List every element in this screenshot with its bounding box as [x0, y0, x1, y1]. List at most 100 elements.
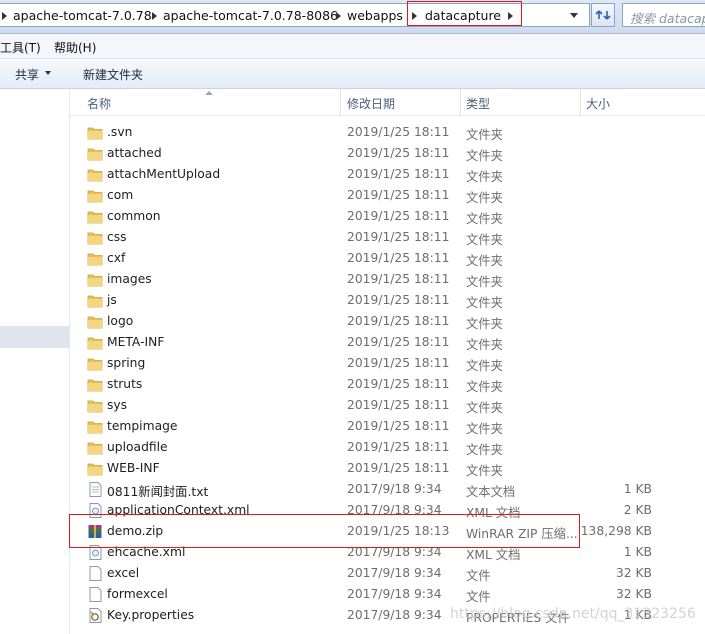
- file-name[interactable]: excel: [107, 566, 139, 580]
- file-modified-date: 2019/1/25 18:11: [347, 335, 450, 349]
- file-type: 文件夹: [466, 212, 503, 226]
- search-placeholder: 搜索 datacapture: [630, 11, 705, 26]
- file-row[interactable]: attached 2019/1/25 18:11 文件夹: [70, 143, 705, 164]
- file-row[interactable]: css 2019/1/25 18:11 文件夹: [70, 227, 705, 248]
- folder-icon: [87, 440, 103, 455]
- file-row[interactable]: common 2019/1/25 18:11 文件夹: [70, 206, 705, 227]
- datacapture-highlight-box: [407, 1, 522, 26]
- file-modified-date: 2019/1/25 18:11: [347, 125, 450, 139]
- file-name[interactable]: css: [107, 230, 127, 244]
- demo-zip-highlight-box: [69, 514, 580, 548]
- file-type: 文件夹: [466, 296, 503, 310]
- file-type: 文件夹: [466, 359, 503, 373]
- breadcrumb-separator-icon[interactable]: [2, 12, 7, 20]
- file-row[interactable]: spring 2019/1/25 18:11 文件夹: [70, 353, 705, 374]
- column-name[interactable]: 名称: [87, 95, 111, 112]
- properties-file-icon: [87, 608, 103, 623]
- search-input[interactable]: 搜索 datacapture: [622, 3, 705, 27]
- file-name[interactable]: uploadfile: [107, 440, 168, 454]
- file-size: 138,298 KB: [580, 524, 652, 538]
- file-name[interactable]: WEB-INF: [107, 461, 160, 475]
- breadcrumb-separator-icon[interactable]: [336, 12, 341, 20]
- breadcrumb-tomcat[interactable]: apache-tomcat-7.0.78: [13, 7, 152, 24]
- column-divider[interactable]: [460, 89, 461, 115]
- file-name[interactable]: .svn: [107, 125, 132, 139]
- file-type: 文件夹: [466, 464, 503, 478]
- file-name[interactable]: sys: [107, 398, 127, 412]
- file-row[interactable]: attachMentUpload 2019/1/25 18:11 文件夹: [70, 164, 705, 185]
- file-type: 文件夹: [466, 401, 503, 415]
- new-folder-button[interactable]: 新建文件夹: [83, 66, 143, 83]
- column-modified[interactable]: 修改日期: [347, 95, 395, 112]
- refresh-button[interactable]: [591, 3, 615, 27]
- folder-icon: [87, 167, 103, 182]
- file-row[interactable]: tempimage 2019/1/25 18:11 文件夹: [70, 416, 705, 437]
- file-name[interactable]: common: [107, 209, 161, 223]
- file-row[interactable]: logo 2019/1/25 18:11 文件夹: [70, 311, 705, 332]
- file-modified-date: 2019/1/25 18:11: [347, 314, 450, 328]
- file-row[interactable]: formexcel 2017/9/18 9:34 文件 32 KB: [70, 584, 705, 605]
- navigation-pane[interactable]: [0, 89, 70, 634]
- file-row[interactable]: cxf 2019/1/25 18:11 文件夹: [70, 248, 705, 269]
- file-name[interactable]: 0811新闻封面.txt: [107, 482, 208, 500]
- breadcrumb-separator-icon[interactable]: [152, 12, 157, 20]
- folder-icon: [87, 419, 103, 434]
- file-row[interactable]: 0811新闻封面.txt 2017/9/18 9:34 文本文档 1 KB: [70, 479, 705, 500]
- folder-icon: [87, 209, 103, 224]
- file-name[interactable]: META-INF: [107, 335, 164, 349]
- file-modified-date: 2019/1/25 18:11: [347, 440, 450, 454]
- file-row[interactable]: uploadfile 2019/1/25 18:11 文件夹: [70, 437, 705, 458]
- refresh-icon: [595, 10, 611, 20]
- breadcrumb-tomcat-8086[interactable]: apache-tomcat-7.0.78-8086: [163, 7, 338, 24]
- file-name[interactable]: formexcel: [107, 587, 168, 601]
- file-row[interactable]: .svn 2019/1/25 18:11 文件夹: [70, 122, 705, 143]
- column-type[interactable]: 类型: [466, 95, 490, 112]
- file-size: 2 KB: [623, 503, 652, 517]
- column-divider[interactable]: [580, 89, 581, 115]
- file-type: 文件夹: [466, 317, 503, 331]
- file-name[interactable]: images: [107, 272, 152, 286]
- address-dropdown-icon[interactable]: [570, 13, 578, 18]
- breadcrumb-webapps[interactable]: webapps: [347, 7, 403, 24]
- menu-tools[interactable]: 工具(T): [0, 39, 41, 56]
- file-name[interactable]: struts: [107, 377, 142, 391]
- file-row[interactable]: js 2019/1/25 18:11 文件夹: [70, 290, 705, 311]
- menu-help[interactable]: 帮助(H): [54, 39, 96, 56]
- folder-icon: [87, 461, 103, 476]
- file-type: 文件夹: [466, 422, 503, 436]
- file-type: 文件夹: [466, 128, 503, 142]
- file-name[interactable]: com: [107, 188, 133, 202]
- share-button[interactable]: 共享: [15, 66, 39, 83]
- file-name[interactable]: attachMentUpload: [107, 167, 220, 181]
- file-modified-date: 2019/1/25 18:11: [347, 209, 450, 223]
- file-modified-date: 2017/9/18 9:34: [347, 482, 442, 496]
- file-row[interactable]: WEB-INF 2019/1/25 18:11 文件夹: [70, 458, 705, 479]
- file-modified-date: 2019/1/25 18:11: [347, 167, 450, 181]
- share-dropdown-icon[interactable]: [45, 71, 51, 75]
- file-name[interactable]: js: [107, 293, 117, 307]
- file-row[interactable]: images 2019/1/25 18:11 文件夹: [70, 269, 705, 290]
- folder-icon: [87, 188, 103, 203]
- file-name[interactable]: cxf: [107, 251, 125, 265]
- column-divider[interactable]: [340, 89, 341, 115]
- column-size[interactable]: 大小: [586, 95, 610, 112]
- file-row[interactable]: excel 2017/9/18 9:34 文件 32 KB: [70, 563, 705, 584]
- blank-file-icon: [87, 587, 103, 602]
- text-file-icon: [87, 482, 103, 497]
- file-row[interactable]: META-INF 2019/1/25 18:11 文件夹: [70, 332, 705, 353]
- file-row[interactable]: struts 2019/1/25 18:11 文件夹: [70, 374, 705, 395]
- file-row[interactable]: sys 2019/1/25 18:11 文件夹: [70, 395, 705, 416]
- file-name[interactable]: spring: [107, 356, 145, 370]
- file-name[interactable]: logo: [107, 314, 133, 328]
- file-modified-date: 2019/1/25 18:11: [347, 146, 450, 160]
- file-name[interactable]: Key.properties: [107, 608, 194, 622]
- file-size: 1 KB: [623, 545, 652, 559]
- file-modified-date: 2019/1/25 18:11: [347, 461, 450, 475]
- file-row[interactable]: com 2019/1/25 18:11 文件夹: [70, 185, 705, 206]
- file-modified-date: 2019/1/25 18:11: [347, 293, 450, 307]
- file-name[interactable]: attached: [107, 146, 162, 160]
- file-size: 32 KB: [615, 587, 652, 601]
- sort-ascending-icon: [205, 91, 213, 95]
- nav-selected-item[interactable]: [0, 326, 69, 348]
- file-name[interactable]: tempimage: [107, 419, 177, 433]
